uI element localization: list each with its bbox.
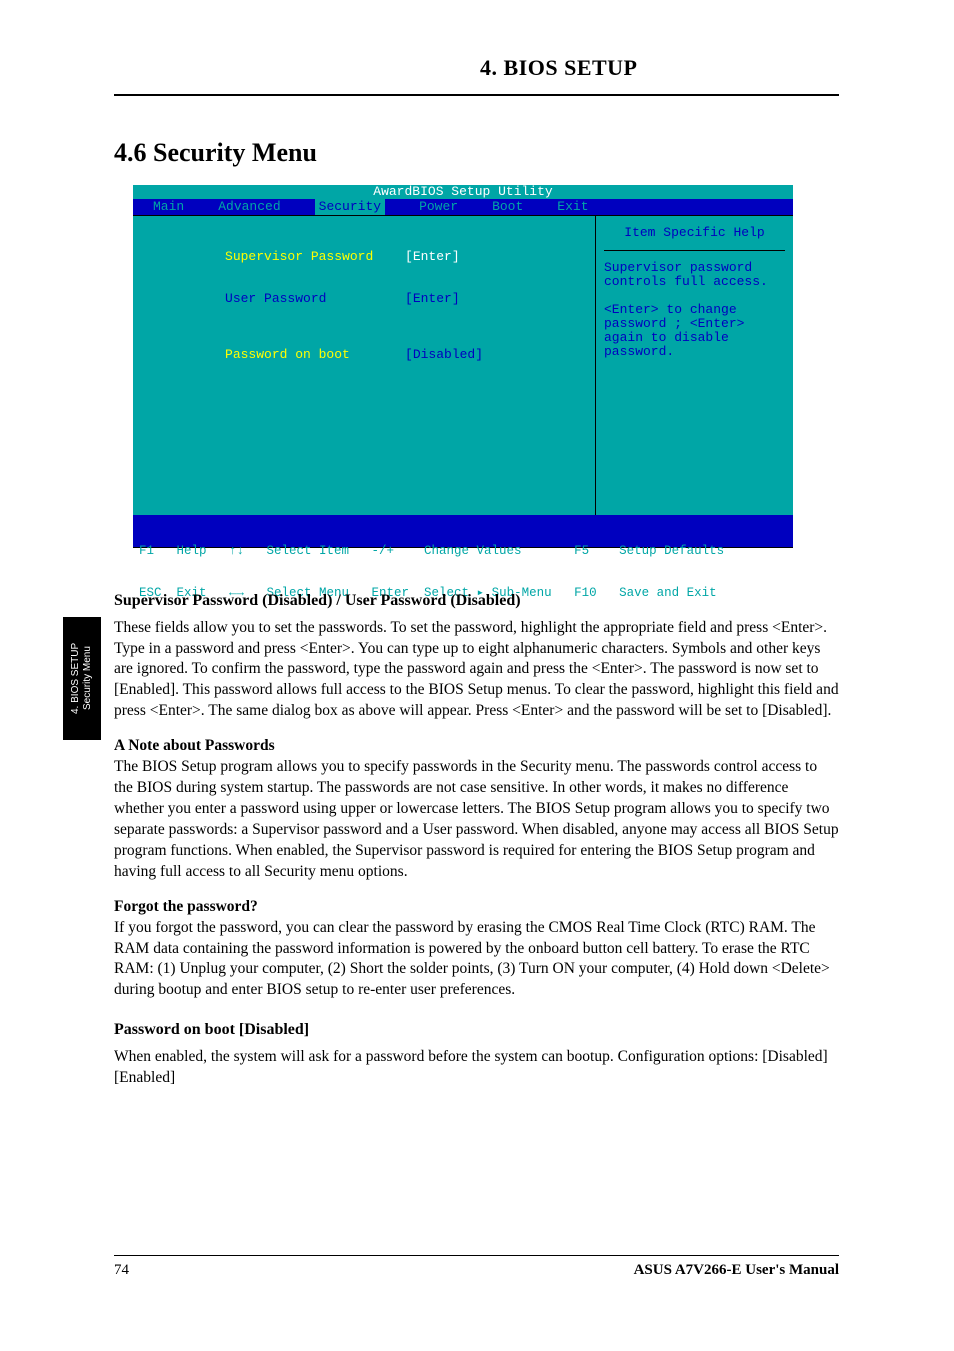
bios-label: User Password — [225, 292, 405, 306]
bios-menu-exit: Exit — [557, 200, 588, 214]
bios-menu-boot: Boot — [492, 200, 523, 214]
bios-menu-power: Power — [419, 200, 458, 214]
product-name: ASUS A7V266-E User's Manual — [634, 1262, 839, 1279]
bios-label: Password on boot — [225, 348, 405, 362]
page-footer: 74 ASUS A7V266-E User's Manual — [114, 1255, 839, 1279]
subheading-passwords: Supervisor Password (Disabled) / User Pa… — [114, 590, 839, 612]
side-tab-line1: 4. BIOS SETUP — [70, 643, 81, 714]
paragraph: When enabled, the system will ask for a … — [114, 1047, 839, 1089]
subheading-pwdonboot: Password on boot [Disabled] — [114, 1019, 839, 1041]
bios-row-user: User Password[Enter] — [147, 278, 581, 320]
bios-left-panel: Supervisor Password[Enter] User Password… — [133, 215, 595, 515]
bios-row-blank — [147, 320, 581, 334]
bios-help-panel: Item Specific Help Supervisor password c… — [595, 215, 793, 515]
page-number: 74 — [114, 1262, 129, 1279]
side-tab: 4. BIOS SETUP Security Menu — [63, 617, 101, 740]
bios-row-pwdonboot: Password on boot[Disabled] — [147, 334, 581, 376]
bios-title: AwardBIOS Setup Utility — [133, 185, 793, 199]
body-content: Supervisor Password (Disabled) / User Pa… — [114, 572, 839, 1089]
note-label: A Note about Passwords — [114, 736, 839, 757]
bios-menu-security: Security — [315, 199, 385, 215]
forgot-body: If you forgot the password, you can clea… — [114, 918, 839, 1002]
note-body: The BIOS Setup program allows you to spe… — [114, 757, 839, 883]
bios-help-title: Item Specific Help — [604, 222, 785, 251]
bios-footer: F1 Help ↑↓ Select Item -/+ Change Values… — [133, 515, 793, 547]
section-title: 4.6 Security Menu — [114, 138, 317, 168]
bios-menu-bar: Main Advanced Security Power Boot Exit — [133, 199, 793, 215]
bios-value: [Enter] — [405, 291, 460, 306]
bios-value: [Disabled] — [405, 347, 483, 362]
header-rule — [114, 94, 839, 96]
bios-footer-line1: F1 Help ↑↓ Select Item -/+ Change Values… — [139, 544, 787, 558]
side-tab-line2: Security Menu — [82, 647, 93, 711]
section-heading: 4. BIOS SETUP — [480, 55, 638, 81]
bios-menu-main: Main — [153, 200, 184, 214]
bios-body: Supervisor Password[Enter] User Password… — [133, 215, 793, 515]
bios-row-supervisor: Supervisor Password[Enter] — [147, 236, 581, 278]
bios-label: Supervisor Password — [225, 250, 405, 264]
bios-screenshot: AwardBIOS Setup Utility Main Advanced Se… — [133, 185, 793, 548]
bios-help-body: Supervisor password controls full access… — [604, 261, 785, 359]
bios-value: [Enter] — [405, 249, 460, 264]
paragraph: These fields allow you to set the passwo… — [114, 618, 839, 723]
bios-menu-advanced: Advanced — [218, 200, 280, 214]
forgot-label: Forgot the password? — [114, 897, 839, 918]
